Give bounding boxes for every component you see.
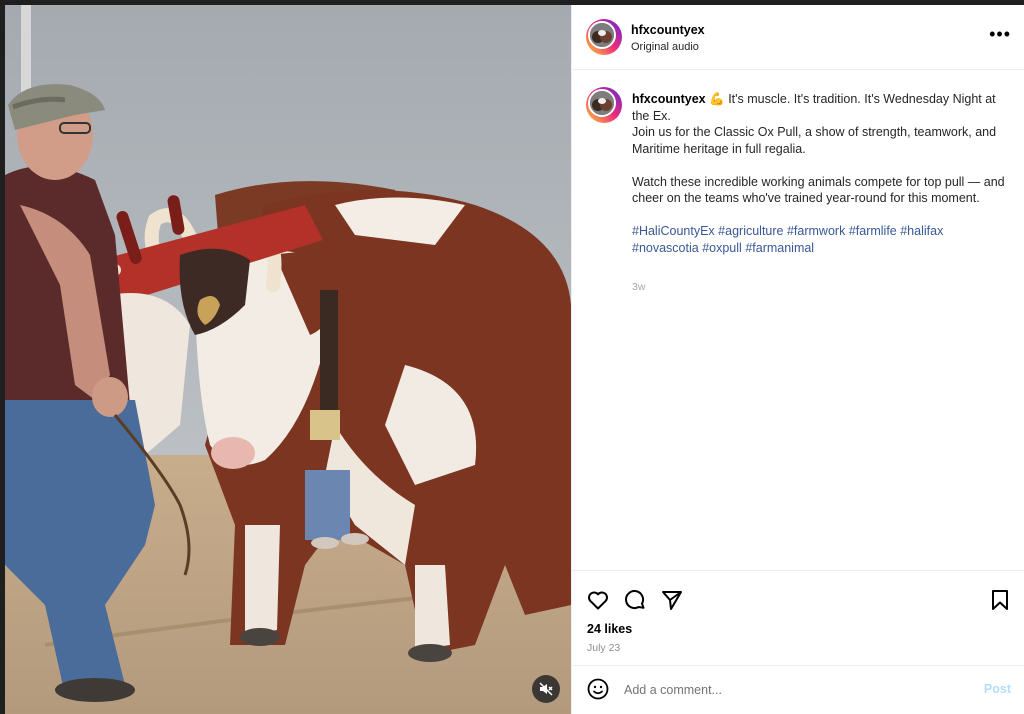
hashtag-list: #HaliCountyEx #agriculture #farmwork #fa… bbox=[632, 223, 1007, 256]
emoji-button[interactable] bbox=[586, 677, 610, 706]
post-side-panel: hfxcountyex Original audio ••• hfxcounty… bbox=[571, 5, 1024, 714]
comment-input[interactable] bbox=[622, 678, 956, 702]
post-dialog: hfxcountyex Original audio ••• hfxcounty… bbox=[5, 5, 1024, 714]
post-header: hfxcountyex Original audio ••• bbox=[572, 5, 1024, 70]
emoji-icon bbox=[587, 678, 609, 700]
speaker-muted-icon bbox=[539, 682, 553, 696]
video-frame-image bbox=[5, 5, 571, 714]
avatar-image bbox=[588, 89, 616, 117]
original-audio-link[interactable]: Original audio bbox=[631, 41, 699, 53]
more-horizontal-icon: ••• bbox=[989, 24, 1011, 44]
bookmark-icon bbox=[992, 590, 1008, 610]
likes-count[interactable]: 24 likes bbox=[587, 622, 632, 636]
comment-form: Post bbox=[572, 665, 1024, 712]
caption-username[interactable]: hfxcountyex bbox=[632, 92, 706, 106]
post-caption: hfxcountyex 💪 It's muscle. It's traditio… bbox=[632, 91, 1007, 256]
caption-avatar[interactable] bbox=[586, 87, 622, 123]
hashtag[interactable]: #farmanimal bbox=[745, 241, 814, 255]
post-video[interactable] bbox=[5, 5, 571, 714]
muscle-emoji: 💪 bbox=[709, 92, 725, 106]
hashtag[interactable]: #HaliCountyEx bbox=[632, 224, 715, 238]
hashtag[interactable]: #oxpull bbox=[702, 241, 742, 255]
avatar[interactable] bbox=[586, 19, 622, 55]
post-age[interactable]: 3w bbox=[632, 281, 645, 293]
hashtag[interactable]: #agriculture bbox=[718, 224, 783, 238]
avatar-image bbox=[588, 21, 616, 49]
save-button[interactable] bbox=[988, 588, 1012, 617]
hashtag[interactable]: #novascotia bbox=[632, 241, 699, 255]
comment-button[interactable] bbox=[623, 588, 647, 617]
hashtag[interactable]: #halifax bbox=[900, 224, 943, 238]
hashtag[interactable]: #farmwork bbox=[787, 224, 845, 238]
hashtag[interactable]: #farmlife bbox=[849, 224, 897, 238]
share-button[interactable] bbox=[660, 588, 684, 617]
comment-icon bbox=[625, 590, 645, 610]
send-icon bbox=[662, 591, 682, 610]
post-comment-button[interactable]: Post bbox=[984, 682, 1011, 696]
post-date: July 23 bbox=[587, 642, 621, 654]
header-username[interactable]: hfxcountyex bbox=[631, 23, 705, 37]
mute-button[interactable] bbox=[532, 675, 560, 703]
caption-line-3: Watch these incredible working animals c… bbox=[632, 174, 1005, 206]
caption-line-2: Join us for the Classic Ox Pull, a show … bbox=[632, 125, 997, 156]
heart-icon bbox=[588, 591, 608, 610]
action-section: 24 likes July 23 Post bbox=[572, 570, 1024, 711]
like-button[interactable] bbox=[586, 588, 610, 617]
more-options-button[interactable]: ••• bbox=[989, 24, 1011, 44]
